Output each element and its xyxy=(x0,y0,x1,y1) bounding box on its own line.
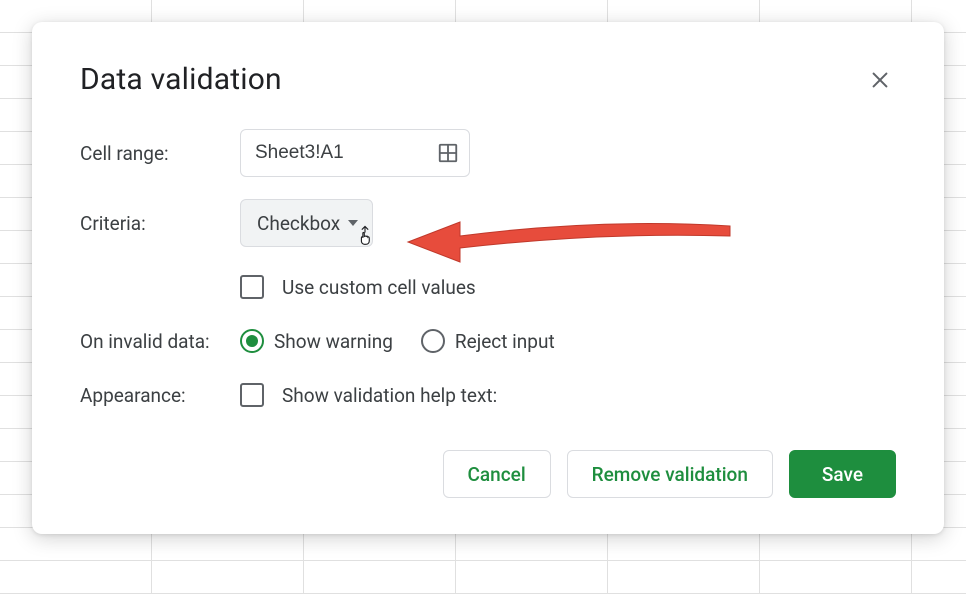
cell-range-label: Cell range: xyxy=(80,142,240,165)
remove-validation-button[interactable]: Remove validation xyxy=(567,450,773,498)
cell-range-input-wrap[interactable] xyxy=(240,129,470,177)
help-text-label: Show validation help text: xyxy=(282,384,497,407)
close-icon xyxy=(869,69,891,91)
criteria-dropdown[interactable]: Checkbox xyxy=(240,199,373,247)
cancel-button[interactable]: Cancel xyxy=(443,450,551,498)
radio-reject-input[interactable]: Reject input xyxy=(421,329,555,353)
save-button[interactable]: Save xyxy=(789,450,896,498)
radio-show-warning-label: Show warning xyxy=(274,330,393,353)
cursor-pointer-icon xyxy=(356,225,374,250)
criteria-label: Criteria: xyxy=(80,212,240,235)
on-invalid-label: On invalid data: xyxy=(80,330,240,353)
cell-range-input[interactable] xyxy=(255,142,405,164)
help-text-checkbox[interactable] xyxy=(240,383,264,407)
radio-reject-input-label: Reject input xyxy=(455,330,555,353)
dialog-title: Data validation xyxy=(80,62,282,97)
use-custom-values-label: Use custom cell values xyxy=(282,276,476,299)
appearance-label: Appearance: xyxy=(80,384,240,407)
radio-icon xyxy=(421,329,445,353)
radio-show-warning[interactable]: Show warning xyxy=(240,329,393,353)
use-custom-values-checkbox[interactable] xyxy=(240,275,264,299)
grid-select-icon[interactable] xyxy=(437,142,459,164)
close-button[interactable] xyxy=(864,64,896,96)
criteria-value: Checkbox xyxy=(257,212,340,235)
data-validation-dialog: Data validation Cell range: Criteria: Ch… xyxy=(32,22,944,534)
radio-icon xyxy=(240,329,264,353)
